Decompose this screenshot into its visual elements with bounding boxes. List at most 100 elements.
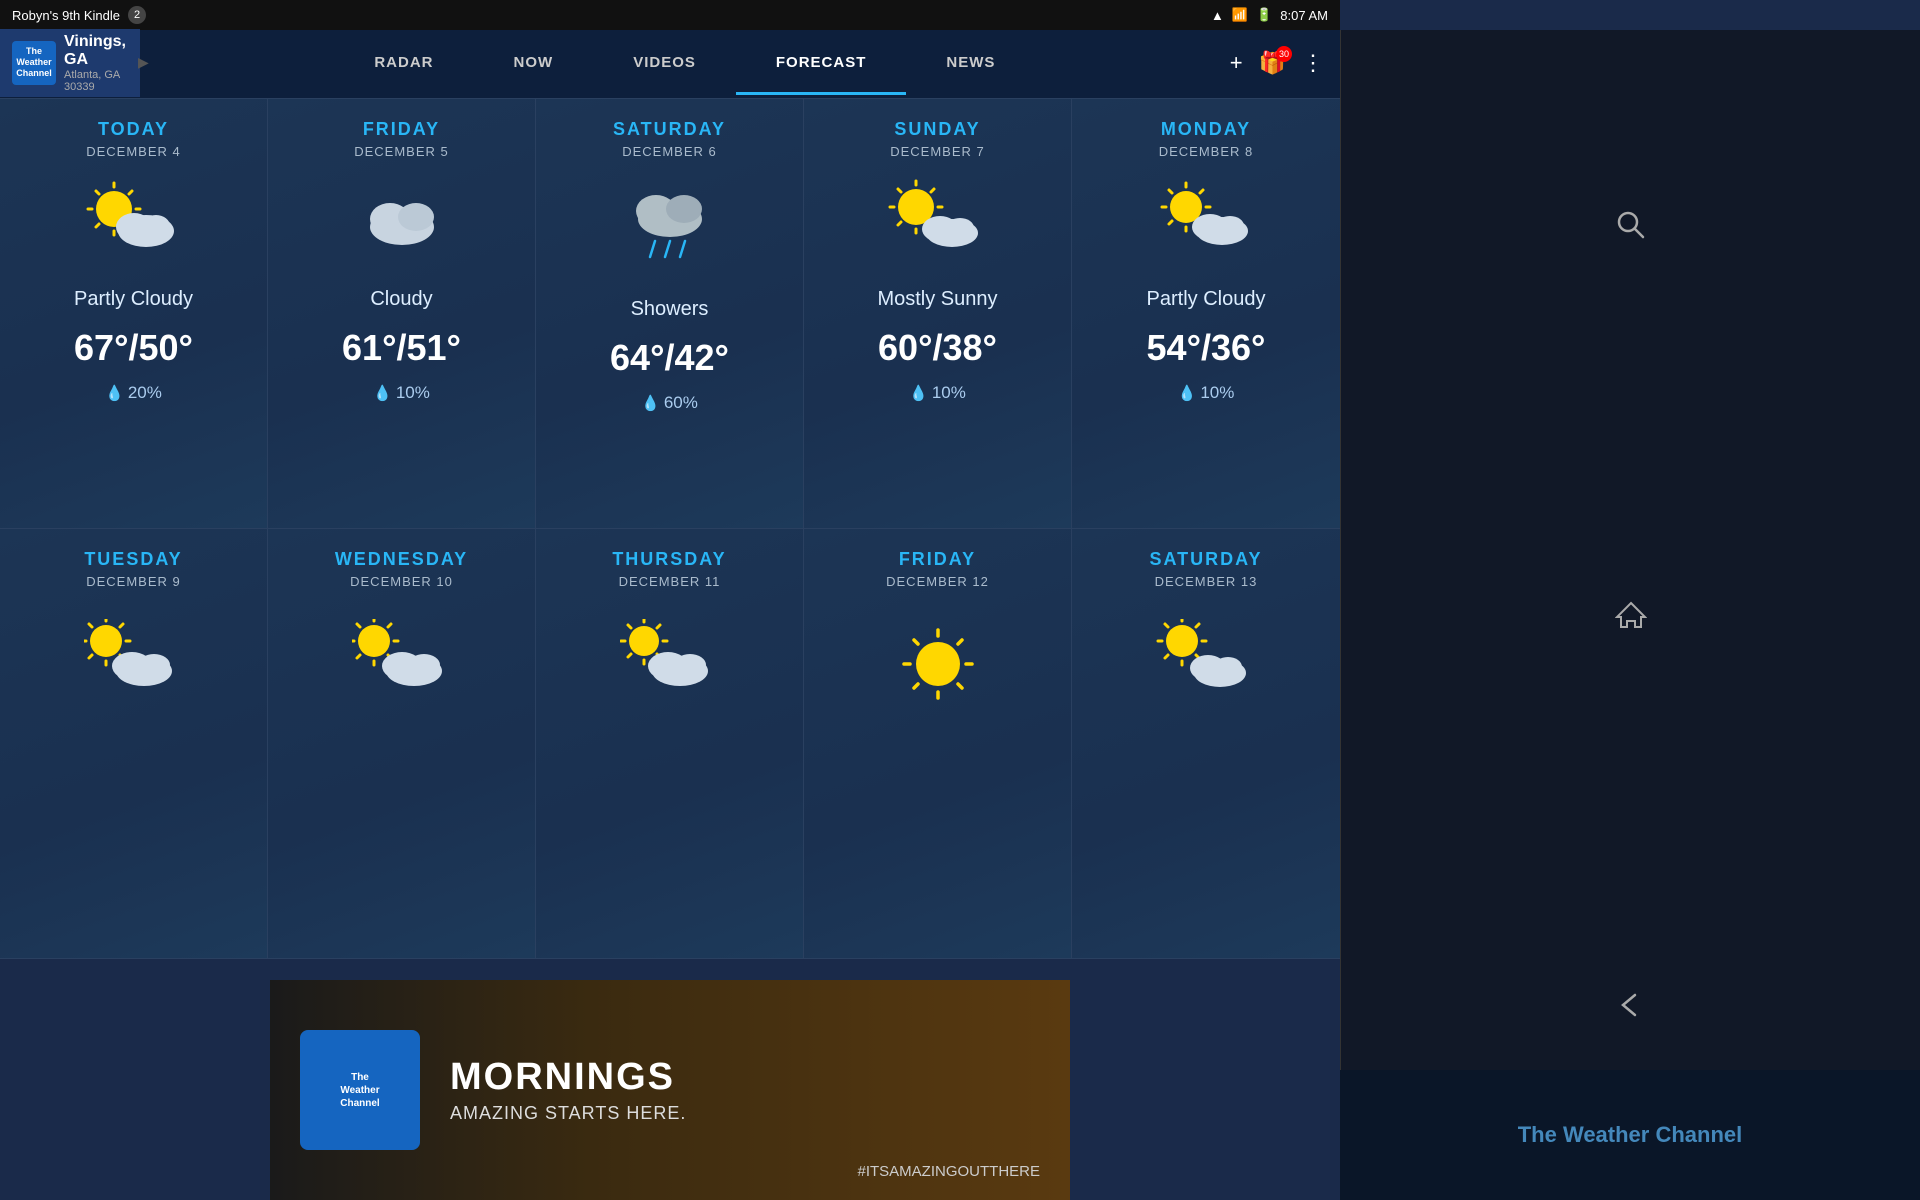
weather-icon-sun <box>888 179 988 272</box>
ad-subtitle: AMAZING STARTS HERE. <box>450 1103 1070 1124</box>
day-date-thu: DECEMBER 11 <box>619 574 721 589</box>
day-date-fri: DECEMBER 5 <box>354 144 449 159</box>
weather-desc-fri: Cloudy <box>370 288 432 311</box>
day-name-thu: THURSDAY <box>612 549 726 570</box>
app-title: Robyn's 9th Kindle <box>12 8 120 23</box>
ad-title: MORNINGS <box>450 1056 1070 1099</box>
forecast-cell-sat[interactable]: SATURDAY DECEMBER 6 Showers 64°/42° 💧60% <box>536 99 804 529</box>
day-date-sat: DECEMBER 6 <box>622 144 717 159</box>
signal-icon: ▲ <box>1211 8 1224 23</box>
bottom-label-area: The Weather Channel <box>1340 1070 1920 1200</box>
weather-icon-sat2 <box>1156 619 1256 712</box>
add-button[interactable]: + <box>1230 50 1243 76</box>
forecast-cell-thu[interactable]: THURSDAY DECEMBER 11 <box>536 529 804 959</box>
day-date-sun: DECEMBER 7 <box>890 144 985 159</box>
weather-icon-fri <box>352 179 452 272</box>
right-sidebar <box>1340 30 1920 1200</box>
tab-forecast[interactable]: FORECAST <box>736 30 907 95</box>
forecast-grid: TODAY DECEMBER 4 <box>0 98 1340 959</box>
tab-videos[interactable]: VIDEOS <box>593 30 736 95</box>
status-bar-right: ▲ 📶 🔋 8:07 AM <box>1211 7 1328 23</box>
day-name-tue: TUESDAY <box>84 549 182 570</box>
precip-sun: 💧10% <box>909 383 966 403</box>
precip-fri: 💧10% <box>373 383 430 403</box>
status-bar: Robyn's 9th Kindle 2 ▲ 📶 🔋 8:07 AM <box>0 0 1340 30</box>
forecast-cell-fri2[interactable]: FRIDAY DECEMBER 12 <box>804 529 1072 959</box>
temp-sun: 60°/38° <box>878 327 997 369</box>
weather-desc-sun: Mostly Sunny <box>877 288 997 311</box>
notification-count: 2 <box>128 6 146 24</box>
day-date-fri2: DECEMBER 12 <box>886 574 989 589</box>
day-name-today: TODAY <box>98 119 169 140</box>
forecast-cell-today[interactable]: TODAY DECEMBER 4 <box>0 99 268 529</box>
back-icon <box>1615 989 1647 1021</box>
weather-desc-today: Partly Cloudy <box>74 288 193 311</box>
weather-icon-today <box>84 179 184 272</box>
temp-today: 67°/50° <box>74 327 193 369</box>
ad-logo: The Weather Channel <box>300 1030 420 1150</box>
app-logo: The Weather Channel <box>12 41 56 85</box>
location-sub: Atlanta, GA 30339 <box>64 69 126 93</box>
precip-today: 💧20% <box>105 383 162 403</box>
temp-fri: 61°/51° <box>342 327 461 369</box>
day-name-sat: SATURDAY <box>613 119 726 140</box>
back-sidebar-button[interactable] <box>1601 975 1661 1035</box>
forecast-cell-sun[interactable]: SUNDAY DECEMBER 7 Mostly <box>804 99 1072 529</box>
forecast-cell-wed[interactable]: WEDNESDAY DECEMBER 10 <box>268 529 536 959</box>
weather-icon-mon <box>1156 179 1256 272</box>
forecast-cell-fri[interactable]: FRIDAY DECEMBER 5 Cloudy 61°/51° 💧10% <box>268 99 536 529</box>
day-date-tue: DECEMBER 9 <box>86 574 181 589</box>
forecast-cell-tue[interactable]: TUESDAY DECEMBER 9 <box>0 529 268 959</box>
bottom-app-label: The Weather Channel <box>1518 1122 1743 1148</box>
weather-icon-wed <box>352 619 452 712</box>
day-name-wed: WEDNESDAY <box>335 549 468 570</box>
weather-icon-tue <box>84 619 184 712</box>
precip-mon: 💧10% <box>1178 383 1235 403</box>
search-icon <box>1615 209 1647 241</box>
ad-banner[interactable]: The Weather Channel MORNINGS AMAZING STA… <box>270 980 1070 1200</box>
clock: 8:07 AM <box>1280 8 1328 23</box>
logo-text: The Weather Channel <box>16 46 52 78</box>
nav-tabs: RADAR NOW VIDEOS FORECAST NEWS <box>140 30 1230 95</box>
gift-button[interactable]: 🎁 30 <box>1259 50 1286 76</box>
day-name-sat2: SATURDAY <box>1149 549 1262 570</box>
home-sidebar-button[interactable] <box>1601 585 1661 645</box>
tab-now[interactable]: NOW <box>474 30 594 95</box>
tab-news[interactable]: NEWS <box>906 30 1035 95</box>
temp-sat: 64°/42° <box>610 337 729 379</box>
temp-mon: 54°/36° <box>1147 327 1266 369</box>
weather-icon-fri2 <box>888 619 988 722</box>
weather-desc-mon: Partly Cloudy <box>1147 288 1266 311</box>
location-city: Vinings, GA <box>64 33 126 69</box>
day-date-mon: DECEMBER 8 <box>1159 144 1254 159</box>
logo-area: The Weather Channel Vinings, GA Atlanta,… <box>0 29 140 97</box>
home-icon <box>1615 599 1647 631</box>
forecast-cell-mon[interactable]: MONDAY DECEMBER 8 Partly <box>1072 99 1340 529</box>
nav-actions: + 🎁 30 ⋮ <box>1230 50 1340 76</box>
day-name-sun: SUNDAY <box>894 119 980 140</box>
day-name-mon: MONDAY <box>1161 119 1251 140</box>
status-bar-left: Robyn's 9th Kindle 2 <box>12 6 146 24</box>
battery-icon: 🔋 <box>1256 7 1272 23</box>
tab-radar[interactable]: RADAR <box>334 30 473 95</box>
weather-icon-sat <box>620 179 720 282</box>
ad-content: MORNINGS AMAZING STARTS HERE. <box>450 1056 1070 1124</box>
weather-icon-thu <box>620 619 720 712</box>
ad-logo-text: The Weather Channel <box>340 1071 379 1110</box>
search-sidebar-button[interactable] <box>1601 195 1661 255</box>
wifi-icon: 📶 <box>1232 7 1248 23</box>
header: The Weather Channel Vinings, GA Atlanta,… <box>0 30 1340 98</box>
day-date-today: DECEMBER 4 <box>86 144 181 159</box>
precip-icon: 💧 <box>105 384 124 402</box>
precip-sat: 💧60% <box>641 393 698 413</box>
day-date-wed: DECEMBER 10 <box>350 574 453 589</box>
menu-button[interactable]: ⋮ <box>1302 50 1324 76</box>
weather-desc-sat: Showers <box>631 298 709 321</box>
day-name-fri: FRIDAY <box>363 119 440 140</box>
day-date-sat2: DECEMBER 13 <box>1155 574 1258 589</box>
ad-hashtag: #ITSAMAZINGOUTTHERE <box>857 1163 1040 1180</box>
gift-badge: 30 <box>1276 46 1292 62</box>
forecast-cell-sat2[interactable]: SATURDAY DECEMBER 13 <box>1072 529 1340 959</box>
location-info[interactable]: Vinings, GA Atlanta, GA 30339 <box>64 33 126 93</box>
day-name-fri2: FRIDAY <box>899 549 976 570</box>
